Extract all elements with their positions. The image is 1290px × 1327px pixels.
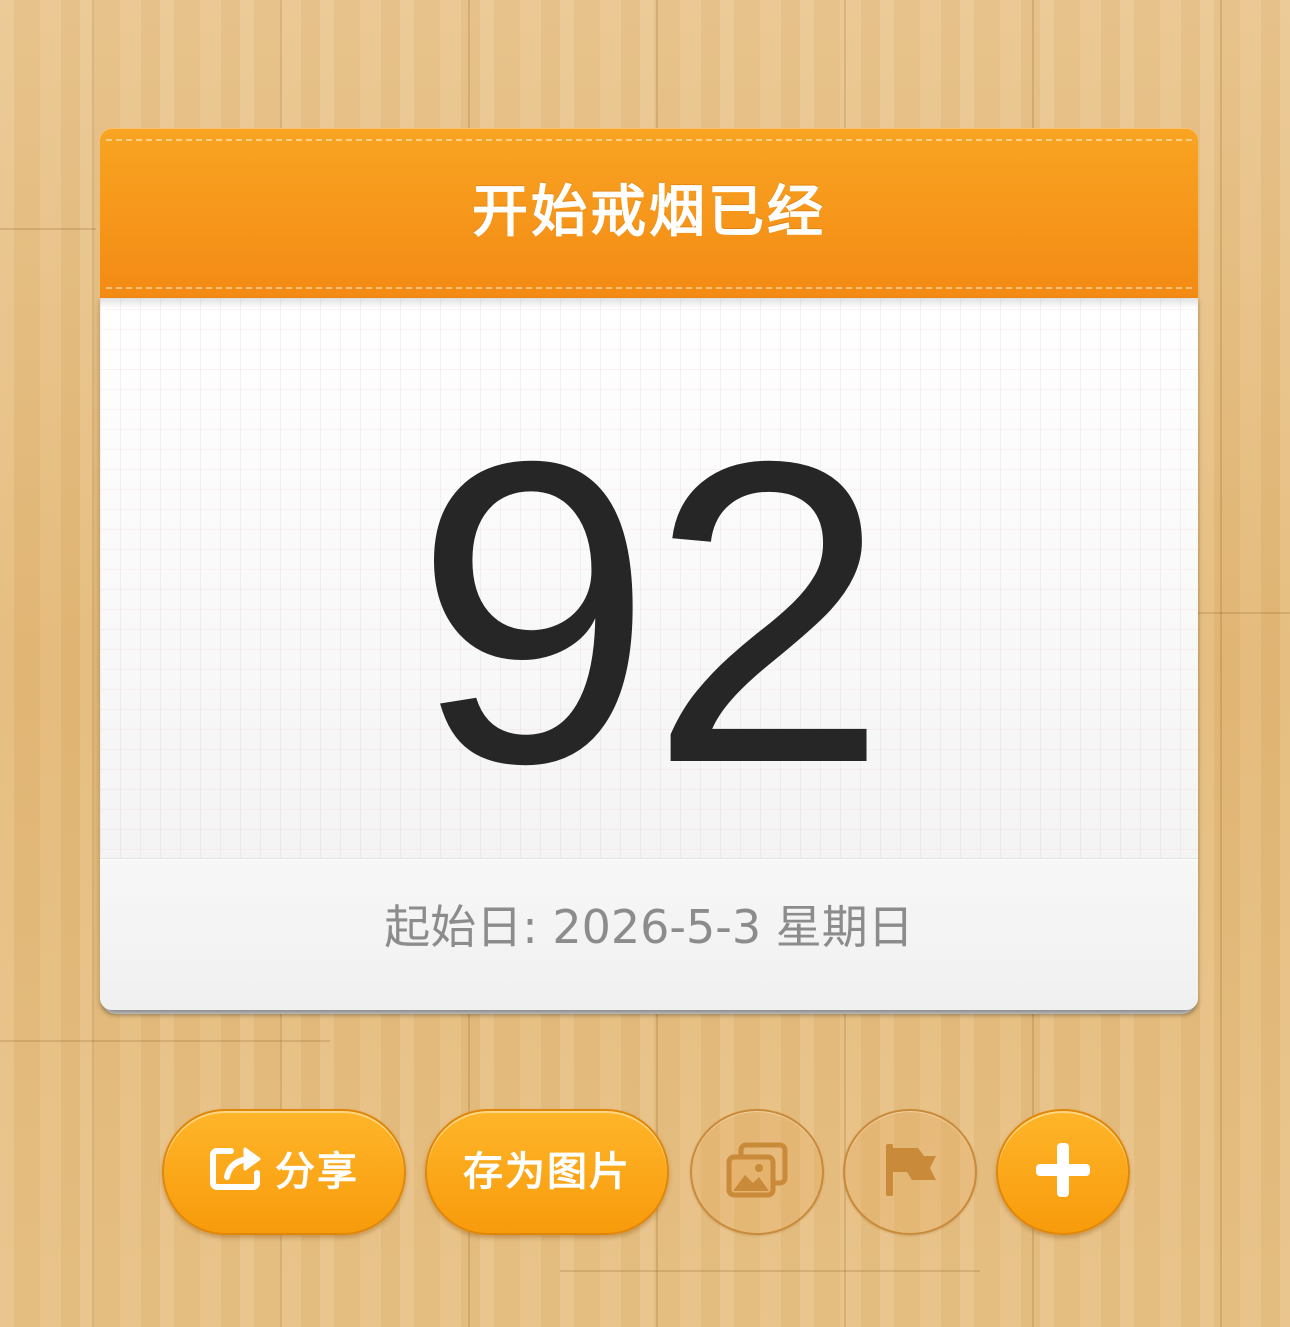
wood-plank-joint — [1198, 612, 1290, 614]
calendar-title: 开始戒烟已经 — [472, 180, 826, 245]
add-button[interactable] — [996, 1109, 1130, 1235]
start-date: 起始日: 2026-5-3 星期日 — [384, 900, 914, 954]
share-button[interactable]: 分享 — [162, 1109, 406, 1235]
day-count: 92 — [413, 373, 888, 853]
plus-icon — [1032, 1139, 1094, 1205]
wood-plank-joint — [560, 1270, 980, 1272]
flag-icon — [880, 1140, 940, 1204]
quit-smoking-calendar-card: 开始戒烟已经 92 起始日: 2026-5-3 星期日 — [100, 128, 1198, 1014]
save-image-button-label: 存为图片 — [463, 1149, 631, 1195]
calendar-header: 开始戒烟已经 — [100, 128, 1198, 298]
gallery-icon — [725, 1141, 789, 1203]
share-button-label: 分享 — [275, 1149, 359, 1195]
wood-plank-joint — [0, 228, 96, 230]
gallery-button[interactable] — [690, 1109, 824, 1235]
save-image-button[interactable]: 存为图片 — [425, 1109, 669, 1235]
share-icon — [209, 1143, 267, 1201]
wood-plank-joint — [0, 1040, 330, 1042]
flag-button[interactable] — [843, 1109, 977, 1235]
page-top-shade — [100, 298, 1198, 308]
calendar-footer: 起始日: 2026-5-3 星期日 — [100, 858, 1198, 1010]
calendar-page[interactable]: 92 起始日: 2026-5-3 星期日 — [100, 298, 1198, 1010]
